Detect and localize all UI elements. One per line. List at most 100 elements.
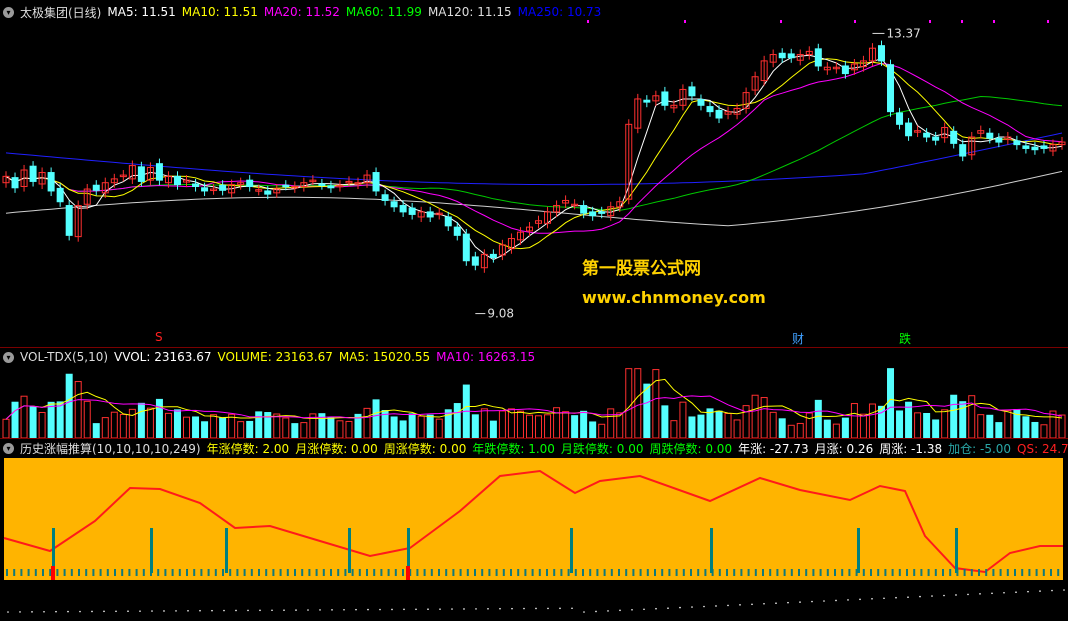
volume-bar: [83, 400, 91, 439]
baseline-tick: [610, 569, 613, 576]
volume-bar: [273, 413, 281, 439]
baseline-tick: [913, 569, 916, 576]
volume-bar: [399, 420, 407, 439]
indicator-value: 加仓: -5.00: [948, 441, 1012, 456]
watermark-url: www.chnmoney.com: [582, 288, 766, 307]
volume-title: VOL-TDX(5,10): [20, 350, 109, 364]
ma20-line: [5, 62, 1063, 234]
baseline-tick: [841, 569, 844, 576]
trail-dot: [739, 604, 741, 606]
volume-bar: [246, 420, 254, 439]
volume-bar: [868, 403, 876, 439]
volume-bar: [92, 423, 100, 439]
baseline-tick: [646, 569, 649, 576]
volume-bar: [128, 408, 136, 439]
volume-bar: [20, 395, 28, 439]
chevron-down-icon[interactable]: ▾: [3, 442, 14, 454]
volume-bar: [778, 418, 786, 439]
baseline-tick: [423, 569, 426, 576]
volume-bar: [896, 410, 904, 439]
volume-bar: [291, 423, 299, 439]
volume-chart[interactable]: [0, 365, 1068, 439]
indicator-value: 周涨停数: 0.00: [383, 441, 467, 456]
baseline-tick: [438, 569, 440, 576]
spike-marker: [51, 566, 55, 580]
volume-bar: [598, 423, 606, 439]
baseline-tick: [632, 569, 635, 576]
volume-bar: [968, 395, 976, 439]
marker-financial[interactable]: 财: [792, 330, 804, 347]
chevron-down-icon[interactable]: ▾: [3, 6, 14, 18]
baseline-tick: [366, 569, 368, 576]
volume-bar: [535, 415, 543, 439]
baseline-tick: [718, 569, 721, 576]
baseline-tick: [114, 569, 116, 576]
baseline-tick: [85, 569, 88, 576]
trail-dot: [895, 596, 897, 599]
volume-bar: [571, 415, 579, 439]
baseline-tick: [27, 569, 30, 576]
indicator-value: MA5: 15020.55: [338, 350, 431, 364]
volume-bar: [733, 419, 741, 439]
baseline-tick: [78, 569, 80, 576]
baseline-tick: [639, 569, 642, 576]
volume-header: ▾ VOL-TDX(5,10) VVOL: 23163.67 VOLUME: 23…: [0, 349, 547, 365]
baseline-tick: [675, 569, 678, 576]
baseline-tick: [474, 569, 476, 576]
price-chart[interactable]: 13.37 9.08: [0, 20, 1068, 345]
volume-bar: [390, 416, 398, 439]
trail-dot: [1063, 589, 1065, 591]
trail-dot: [643, 608, 645, 611]
trail-dot: [955, 594, 957, 596]
candle-body: [390, 201, 398, 208]
baseline-tick: [754, 569, 757, 576]
baseline-tick: [164, 569, 167, 576]
trail-dot: [307, 609, 309, 611]
candle-body: [426, 211, 434, 218]
trail-dot: [187, 610, 189, 612]
trail-dot: [499, 607, 501, 610]
baseline-tick: [34, 569, 37, 576]
baseline-tick: [517, 569, 520, 576]
candle-body: [282, 184, 290, 188]
indicator-value: MA5: 11.51: [107, 5, 176, 19]
trail-dot: [943, 594, 945, 597]
indicator-value: 周涨: -1.38: [879, 441, 943, 456]
baseline-tick: [171, 569, 174, 576]
baseline-tick: [898, 569, 901, 576]
trail-dot: [247, 609, 249, 612]
marker-s[interactable]: S: [155, 330, 163, 344]
ma60-line: [5, 95, 1063, 211]
baseline-tick: [1050, 569, 1052, 576]
candle-body: [896, 112, 904, 125]
trail-dot: [451, 608, 453, 610]
volume-bar: [173, 409, 181, 439]
volume-bar: [1040, 424, 1048, 439]
baseline-tick: [697, 569, 700, 576]
volume-bar: [101, 417, 109, 439]
baseline-tick: [567, 569, 570, 576]
volume-bar: [183, 416, 191, 439]
baseline-tick: [1042, 569, 1045, 576]
candle-body: [264, 190, 272, 195]
baseline-tick: [1035, 569, 1038, 576]
history-chart[interactable]: [0, 456, 1068, 617]
baseline-tick: [927, 569, 930, 576]
trail-dot: [439, 608, 441, 610]
baseline-tick: [229, 569, 232, 576]
ma-indicators: MA5: 11.51 MA10: 11.51 MA20: 11.52 MA60: 11…: [107, 5, 607, 19]
baseline-tick: [704, 569, 707, 576]
baseline-tick: [740, 569, 743, 576]
marker-fall[interactable]: 跌: [899, 330, 911, 347]
high-price-label: 13.37: [886, 26, 920, 40]
baseline-tick: [790, 569, 793, 576]
chevron-down-icon[interactable]: ▾: [3, 351, 14, 363]
baseline-tick: [1057, 569, 1060, 576]
indicator-value: MA10: 16263.15: [436, 350, 536, 364]
trail-dot: [1027, 590, 1029, 593]
baseline-tick: [6, 569, 8, 576]
baseline-tick: [387, 569, 390, 576]
trail-dot: [175, 610, 177, 612]
trail-dot: [295, 609, 297, 611]
baseline-tick: [243, 569, 246, 576]
